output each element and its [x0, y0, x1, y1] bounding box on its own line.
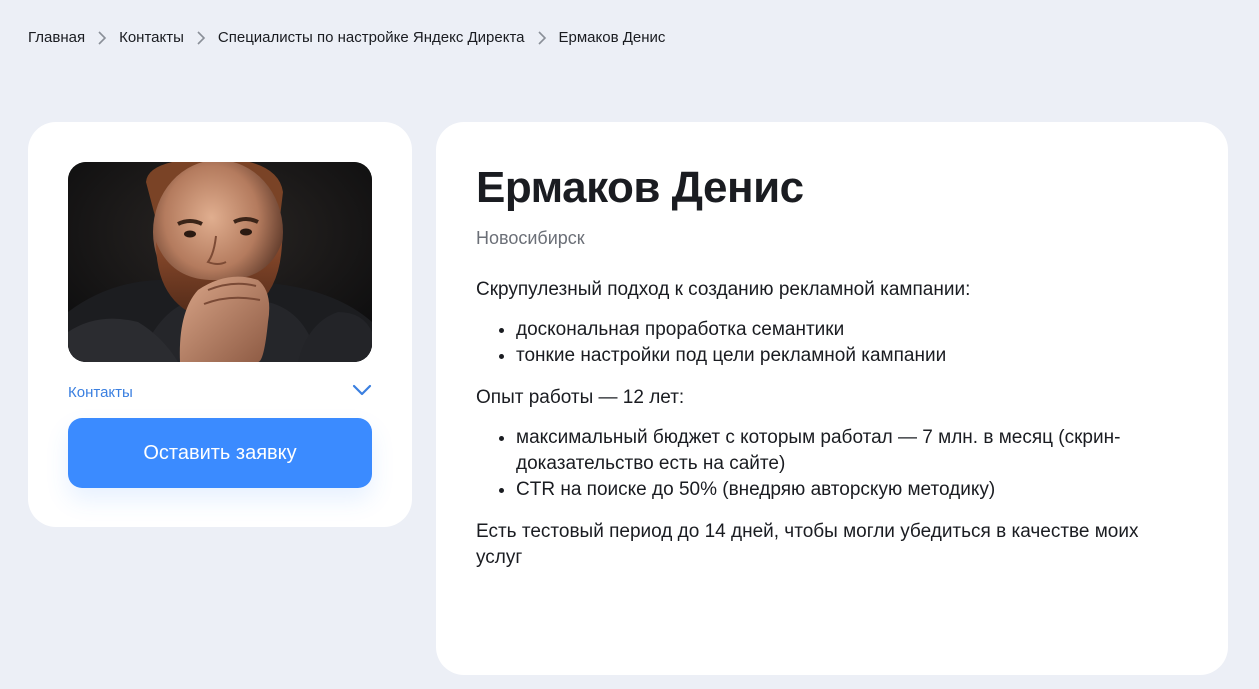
profile-card: Контакты Оставить заявку [28, 122, 412, 527]
description: Скрупулезный подход к созданию рекламной… [476, 277, 1188, 571]
chevron-right-icon [194, 30, 208, 45]
chevron-right-icon [95, 30, 109, 45]
list-item: максимальный бюджет с которым работал — … [516, 425, 1188, 477]
specialist-details: Ермаков Денис Новосибирск Скрупулезный п… [436, 122, 1228, 675]
skills-list: доскональная проработка семантики тонкие… [476, 317, 1188, 369]
list-item: CTR на поиске до 50% (внедряю авторскую … [516, 477, 1188, 503]
chevron-down-icon [352, 383, 372, 401]
experience-text: Опыт работы — 12 лет: [476, 387, 685, 408]
page-title: Ермаков Денис [476, 163, 804, 212]
list-item: доскональная проработка семантики [516, 317, 1188, 343]
intro-text: Скрупулезный подход к созданию рекламной… [476, 279, 971, 300]
breadcrumb-current: Ермаков Денис [558, 29, 666, 46]
list-item: тонкие настройки под цели рекламной камп… [516, 343, 1188, 369]
contacts-label: Контакты [68, 383, 133, 401]
chevron-right-icon [535, 30, 549, 45]
submit-request-button[interactable]: Оставить заявку [68, 418, 372, 488]
breadcrumb-item-specialists[interactable]: Специалисты по настройке Яндекс Директа [218, 29, 525, 46]
outro-text: Есть тестовый период до 14 дней, чтобы м… [476, 521, 1139, 568]
profile-photo [68, 162, 372, 362]
achievements-list: максимальный бюджет с которым работал — … [476, 425, 1188, 503]
breadcrumb-item-contacts[interactable]: Контакты [119, 29, 184, 46]
breadcrumb-item-home[interactable]: Главная [28, 29, 85, 46]
city-label: Новосибирск [476, 228, 585, 248]
contacts-toggle[interactable]: Контакты [68, 380, 372, 404]
breadcrumb: Главная Контакты Специалисты по настройк… [28, 29, 665, 46]
